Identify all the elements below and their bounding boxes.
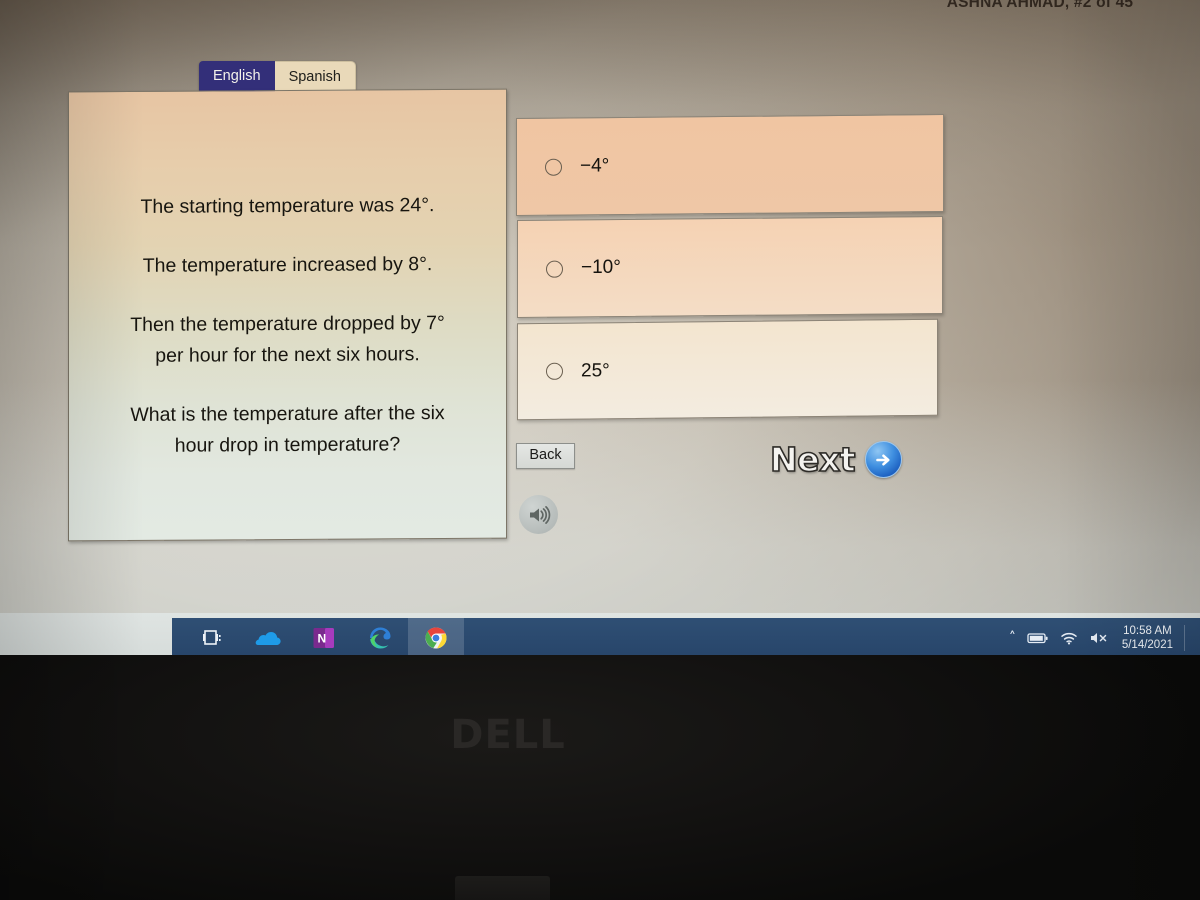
dell-logo: DELL [450,712,566,758]
task-view-icon[interactable] [184,618,240,658]
language-tabs: English Spanish [199,61,356,92]
onedrive-icon[interactable] [240,618,296,658]
next-control[interactable]: Next [769,439,903,480]
student-name-banner: ASHNA AHMAD, #2 of 45 [946,0,1134,11]
chevron-up-icon[interactable]: ˄ [1009,630,1016,646]
answer-option-1-label: −4° [580,155,610,177]
touchpad-edge [455,876,550,900]
taskbar-icons: N [184,618,464,658]
question-line-4b: hour drop in temperature? [174,433,401,457]
radio-button-icon[interactable] [545,158,562,176]
speaker-icon[interactable] [519,495,558,534]
question-line-2: The temperature increased by 8°. [142,253,433,277]
question-panel: The starting temperature was 24°. The te… [68,88,507,542]
tab-spanish[interactable]: Spanish [274,61,356,92]
svg-text:N: N [318,632,327,646]
question-line-4a: What is the temperature after the six [130,402,445,426]
question-line-3b: per hour for the next six hours. [155,343,420,367]
answer-option-2-label: −10° [581,257,621,279]
show-desktop-button[interactable] [1184,625,1194,651]
next-label: Next [769,439,856,480]
volume-muted-icon[interactable] [1089,631,1111,645]
battery-icon[interactable] [1027,631,1049,645]
laptop-bezel [0,655,1200,900]
question-line-3a: Then the temperature dropped by 7° [130,312,445,336]
clock-date: 5/14/2021 [1121,639,1173,651]
answer-option-1[interactable]: −4° [516,113,944,217]
answer-option-2[interactable]: −10° [517,215,943,319]
radio-button-icon[interactable] [546,260,563,278]
tab-english[interactable]: English [199,61,275,92]
back-button[interactable]: Back [516,443,575,469]
question-line-1: The starting temperature was 24°. [140,194,435,218]
wifi-icon[interactable] [1060,631,1078,645]
system-tray: ˄ 10:58 AM 5/14/2021 [1009,618,1200,658]
taskbar-clock[interactable]: 10:58 AM 5/14/2021 [1122,624,1173,652]
radio-button-icon[interactable] [546,362,563,380]
edge-icon[interactable] [352,618,408,658]
answer-option-3[interactable]: 25° [517,318,938,421]
question-text: The starting temperature was 24°. The te… [69,90,506,541]
chrome-icon[interactable] [408,618,464,658]
onenote-icon[interactable]: N [296,618,352,658]
laptop-photo: ASHNA AHMAD, #2 of 45 English Spanish Th… [0,0,1200,900]
windows-taskbar: N ˄ 10:58 AM 5/14/2021 [172,618,1200,658]
arrow-right-circle-icon[interactable] [865,441,903,478]
clock-time: 10:58 AM [1123,625,1172,637]
answer-option-3-label: 25° [581,359,610,381]
answer-options: −4° −10° 25° [515,113,945,421]
